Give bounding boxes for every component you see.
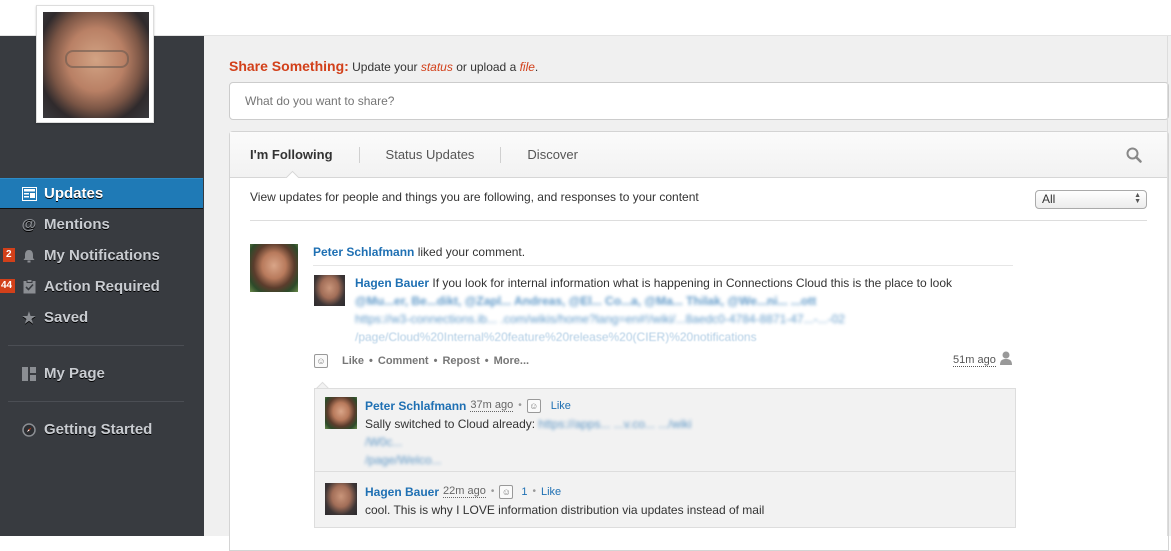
story-timestamp[interactable]: 51m ago [953, 354, 996, 367]
sidebar-item-label: Getting Started [44, 421, 153, 438]
sidebar-item-getting-started[interactable]: Getting Started [0, 414, 204, 445]
comment-like-button[interactable]: Like [541, 483, 561, 501]
sidebar-item-label: Action Required [44, 278, 160, 295]
share-text: Update your [348, 60, 421, 74]
comment-author-avatar[interactable] [325, 397, 357, 429]
updates-icon [20, 185, 38, 203]
sidebar-item-label: Updates [44, 185, 104, 202]
actor-avatar[interactable] [250, 244, 298, 292]
post-mentions[interactable]: @Mu...er, Be...dikt, @Zapl... Andreas, @… [355, 292, 1015, 310]
search-icon[interactable] [1126, 147, 1142, 163]
sidebar-nav: Updates @ Mentions 2 My Notifications 44… [0, 178, 204, 445]
comment-body: Hagen Bauer 22m ago • ☺ 1 • Like cool. T… [365, 483, 965, 519]
tab-divider [358, 146, 360, 163]
post-link-continued[interactable]: /page/Cloud%20Internal%20feature%20relea… [355, 328, 1015, 346]
tab-bar: I'm Following Status Updates Discover [230, 132, 1168, 178]
comment-timestamp[interactable]: 22m ago [443, 486, 486, 498]
story-headline: Peter Schlafmann liked your comment. [313, 245, 525, 259]
sidebar-divider [8, 345, 184, 346]
user-avatar[interactable] [36, 5, 154, 123]
comment-link-continued[interactable]: /W0c... [365, 433, 965, 451]
share-text: . [534, 60, 539, 74]
separator-dot: • [369, 355, 373, 367]
share-input[interactable] [229, 82, 1169, 120]
select-arrows-icon: ▲ ▼ [1134, 192, 1141, 205]
share-prompt: Share Something: Update your status or u… [229, 58, 538, 74]
story-actions: ☺ Like • Comment • Repost • More... [314, 354, 529, 368]
main-content: Share Something: Update your status or u… [204, 36, 1171, 551]
stream-filter-select[interactable]: All ▲ ▼ [1035, 190, 1147, 209]
comments-section: Peter Schlafmann 37m ago • ☺ Like Sally … [314, 388, 1016, 528]
comment-like-count[interactable]: 1 [521, 483, 527, 501]
comment-like-button[interactable]: Like [551, 397, 571, 415]
comment-body: Peter Schlafmann 37m ago • ☺ Like Sally … [365, 397, 965, 469]
comment-author-link[interactable]: Peter Schlafmann [365, 397, 466, 415]
post-link[interactable]: https://w3-connections.ib... .com/wikis/… [355, 310, 1015, 328]
page-layout-icon [20, 365, 38, 383]
repost-button[interactable]: Repost [442, 355, 479, 367]
smiley-icon[interactable]: ☺ [314, 354, 328, 368]
person-icon[interactable] [1000, 351, 1012, 365]
sidebar-item-label: Mentions [44, 216, 110, 233]
comment-text: cool. This is why I LOVE information dis… [365, 503, 765, 517]
activity-stream-panel: I'm Following Status Updates Discover Vi… [229, 131, 1169, 551]
comment-link[interactable]: https://apps... ...v.co... .../wiki [538, 417, 691, 431]
divider [250, 220, 1147, 221]
sidebar-item-my-notifications[interactable]: 2 My Notifications [0, 240, 204, 271]
comment-timestamp[interactable]: 37m ago [470, 400, 514, 412]
separator-dot: • [490, 486, 495, 497]
separator-dot: • [433, 355, 438, 367]
separator-dot: • [484, 355, 489, 367]
bell-icon [20, 247, 38, 265]
tab-discover[interactable]: Discover [527, 147, 604, 162]
tab-status-updates[interactable]: Status Updates [386, 147, 501, 162]
sidebar-item-mentions[interactable]: @ Mentions [0, 209, 204, 240]
separator-dot: • [532, 486, 536, 497]
stream-description: View updates for people and things you a… [250, 190, 699, 204]
story-action-text: liked your comment. [414, 245, 526, 259]
sidebar-item-label: My Notifications [44, 247, 160, 264]
clipboard-check-icon [20, 278, 38, 296]
separator-dot: • [518, 400, 522, 411]
tab-im-following[interactable]: I'm Following [250, 147, 359, 162]
share-title: Share Something: [229, 58, 349, 74]
filter-selected-value: All [1042, 192, 1056, 206]
sidebar-item-label: My Page [44, 365, 105, 382]
status-link[interactable]: status [421, 60, 453, 74]
comment-divider [315, 471, 1015, 472]
post-author-avatar[interactable] [314, 275, 345, 306]
actor-name-link[interactable]: Peter Schlafmann [313, 245, 414, 259]
tab-divider [500, 146, 502, 163]
more-button[interactable]: More... [494, 355, 529, 367]
sidebar-item-saved[interactable]: ★ Saved [0, 302, 204, 333]
at-icon: @ [21, 216, 37, 233]
star-icon: ★ [22, 309, 36, 327]
share-text: or upload a [452, 60, 520, 74]
notification-count-badge: 2 [3, 248, 15, 262]
sidebar-item-my-page[interactable]: My Page [0, 358, 204, 389]
post-author-link[interactable]: Hagen Bauer [355, 276, 429, 290]
sidebar-divider [8, 401, 184, 402]
comment-link-continued[interactable]: /page/Welco... [365, 451, 965, 469]
active-tab-caret [285, 170, 299, 178]
compass-icon [20, 421, 38, 439]
smiley-icon[interactable]: ☺ [499, 485, 514, 499]
window-edge [1167, 36, 1168, 536]
smiley-icon[interactable]: ☺ [526, 399, 541, 413]
post-text: If you look for internal information wha… [429, 276, 952, 290]
sidebar-item-updates[interactable]: Updates [0, 178, 203, 209]
top-bar [0, 0, 1171, 36]
file-link[interactable]: file [520, 60, 535, 74]
comment-author-avatar[interactable] [325, 483, 357, 515]
sidebar-item-label: Saved [44, 309, 89, 326]
user-avatar-photo [43, 12, 149, 118]
post-content: Hagen Bauer If you look for internal inf… [355, 274, 1015, 346]
sidebar-item-action-required[interactable]: 44 Action Required [0, 271, 204, 302]
like-button[interactable]: Like [342, 355, 364, 367]
comment-button[interactable]: Comment [378, 355, 429, 367]
action-count-badge: 44 [0, 279, 16, 293]
comment-text: Sally switched to Cloud already: [365, 417, 539, 431]
divider [313, 265, 1013, 266]
comment-author-link[interactable]: Hagen Bauer [365, 483, 439, 501]
